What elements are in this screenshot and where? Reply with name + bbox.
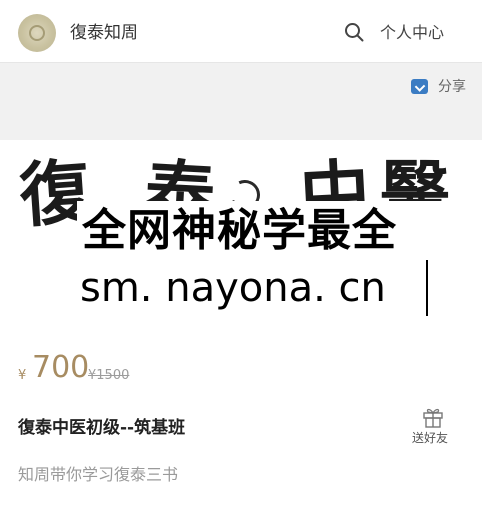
share-label: 分享	[438, 79, 466, 95]
price-current: 700	[32, 350, 90, 385]
watermark-box-2: sm. nayona. cn	[77, 261, 429, 316]
watermark-box-1: 全网神秘学最全	[77, 201, 482, 261]
site-name[interactable]: 復泰知周	[70, 22, 138, 44]
price-currency: ¥	[18, 368, 27, 383]
text-cursor	[426, 260, 428, 316]
avatar-logo-icon	[29, 25, 45, 41]
gift-label: 送好友	[412, 431, 449, 445]
share-icon	[411, 79, 428, 94]
course-banner: 復 泰 中 醫 全网神秘学最全 sm. nayona. cn	[0, 140, 482, 330]
watermark-text-2: sm. nayona. cn	[80, 265, 386, 311]
top-bar: 復泰知周 个人中心	[0, 0, 482, 63]
gift-to-friend-button[interactable]: 送好友	[412, 404, 454, 448]
watermark-text-1: 全网神秘学最全	[82, 205, 397, 256]
avatar[interactable]	[18, 14, 56, 52]
search-icon[interactable]	[344, 22, 364, 42]
price-original: ¥1500	[88, 368, 130, 383]
gift-icon	[423, 408, 443, 428]
user-center-link[interactable]: 个人中心	[380, 22, 444, 44]
course-subtitle: 知周带你学习復泰三书	[18, 465, 179, 484]
course-title: 復泰中医初级--筑基班	[18, 418, 186, 438]
course-info: ¥ 700 ¥1500 復泰中医初级--筑基班 送好友 知周带你学习復泰三书	[0, 330, 482, 530]
